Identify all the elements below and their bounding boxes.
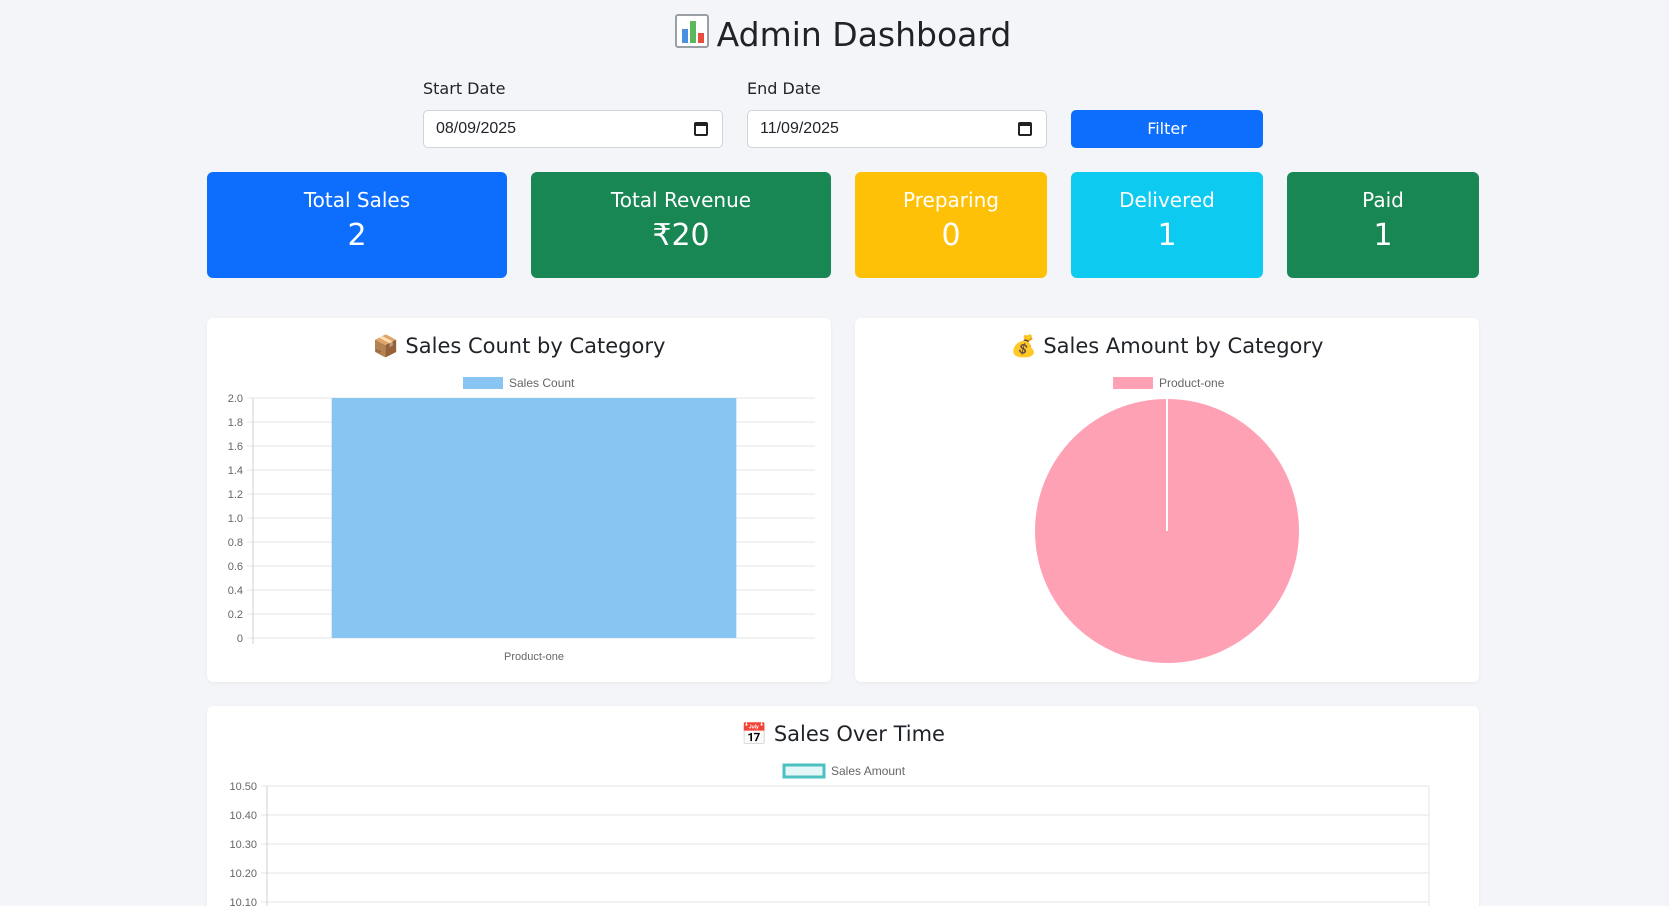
stat-value: 2 — [347, 218, 367, 253]
legend-swatch — [1113, 377, 1153, 389]
y-tick-label: 10.20 — [229, 868, 257, 880]
start-date-label: Start Date — [423, 79, 506, 98]
stat-card-total-sales: Total Sales 2 — [207, 172, 507, 278]
y-tick-label: 0.6 — [228, 561, 243, 573]
y-tick-label: 0 — [237, 633, 243, 645]
stat-card-preparing: Preparing 0 — [855, 172, 1047, 278]
x-tick-label: Product-one — [504, 651, 564, 663]
stat-label: Paid — [1362, 188, 1404, 212]
y-tick-label: 2.0 — [228, 393, 243, 405]
y-tick-label: 1.6 — [228, 441, 243, 453]
stat-label: Total Revenue — [610, 188, 752, 212]
stat-value: ₹20 — [652, 218, 710, 253]
y-tick-label: 0.8 — [228, 537, 243, 549]
legend-label: Sales Amount — [831, 764, 906, 778]
stat-card-delivered: Delivered 1 — [1071, 172, 1263, 278]
stat-label: Total Sales — [303, 188, 411, 212]
bar-chart-icon — [674, 14, 709, 56]
start-date-input[interactable]: 08/09/2025 — [423, 110, 723, 148]
y-tick-label: 10.10 — [229, 897, 257, 906]
legend-label: Product-one — [1159, 376, 1225, 390]
y-tick-label: 0.2 — [228, 609, 243, 621]
calendar-icon[interactable] — [694, 122, 708, 136]
bar — [331, 398, 737, 638]
stat-label: Delivered — [1119, 188, 1215, 212]
legend-label: Sales Count — [509, 376, 575, 390]
sales-amount-panel: 💰 Sales Amount by Category Product-one — [855, 318, 1479, 682]
start-date-value: 08/09/2025 — [436, 120, 517, 137]
y-tick-label: 1.2 — [228, 489, 243, 501]
y-tick-label: 10.40 — [229, 810, 257, 822]
page-title: Admin Dashboard — [0, 14, 1669, 56]
y-tick-label: 1.8 — [228, 417, 243, 429]
sales-over-time-chart: Sales Amount 10.50 10.40 10.30 10.20 10.10 — [229, 763, 1430, 906]
stat-value: 1 — [1157, 218, 1177, 253]
y-tick-label: 10.50 — [229, 781, 257, 793]
end-date-input[interactable]: 11/09/2025 — [747, 110, 1047, 148]
sales-count-panel: 📦 Sales Count by Category Sales Count 2.0… — [207, 318, 831, 682]
stat-card-total-revenue: Total Revenue ₹20 — [531, 172, 831, 278]
stat-value: 0 — [941, 218, 961, 253]
y-tick-label: 10.30 — [229, 839, 257, 851]
legend-swatch — [782, 763, 826, 779]
stat-card-paid: Paid 1 — [1287, 172, 1479, 278]
sales-count-chart: Sales Count 2.0 1.8 1.6 1.4 1.2 1.0 0.8 0.6 0.4 0.… — [228, 376, 815, 663]
legend-swatch — [463, 377, 503, 389]
calendar-icon[interactable] — [1018, 122, 1032, 136]
sales-amount-chart: Product-one — [1035, 376, 1299, 663]
y-tick-label: 0.4 — [228, 585, 243, 597]
stat-value: 1 — [1373, 218, 1393, 253]
y-tick-label: 1.0 — [228, 513, 243, 525]
y-tick-label: 1.4 — [228, 465, 243, 477]
page-title-text: Admin Dashboard — [716, 15, 1012, 54]
end-date-label: End Date — [747, 79, 821, 98]
stat-label: Preparing — [903, 188, 999, 212]
sales-over-time-panel: 📅 Sales Over Time Sales Amount 10.50 10.40… — [207, 706, 1479, 906]
filter-button[interactable]: Filter — [1071, 110, 1263, 148]
end-date-value: 11/09/2025 — [760, 120, 839, 137]
